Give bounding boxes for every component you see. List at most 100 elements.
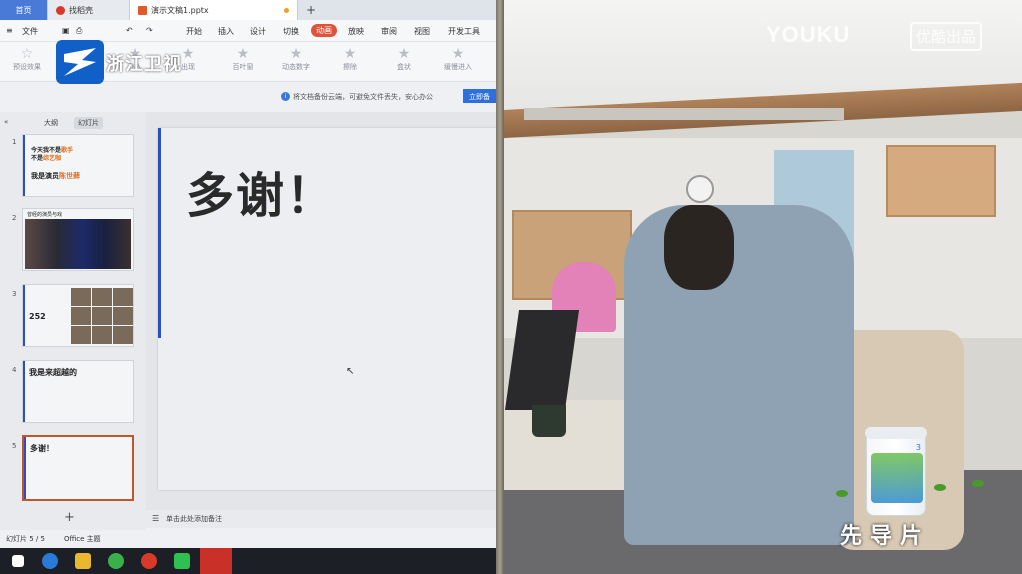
menu-slideshow[interactable]: 放映: [348, 26, 364, 37]
menu-developer[interactable]: 开发工具: [448, 26, 480, 37]
slide-number: 1: [12, 138, 17, 146]
star-icon: ★: [343, 46, 357, 62]
anim-label: 动态数字: [282, 63, 310, 71]
print-icon[interactable]: ⎙: [76, 26, 82, 36]
thumb-text: 多谢！: [30, 444, 54, 453]
can-label: [871, 453, 923, 503]
anim-dynamic-number[interactable]: ★ 动态数字: [271, 46, 321, 72]
tab-outline[interactable]: 大纲: [44, 118, 58, 128]
slide-accent-bar: [158, 128, 161, 338]
slide-number: 4: [12, 366, 17, 374]
menu-view[interactable]: 视图: [414, 26, 430, 37]
tab-presentation[interactable]: 演示文稿1.pptx: [130, 0, 298, 20]
notice-text: 将文档备份云端，可避免文件丢失，安心办公: [293, 93, 433, 101]
tab-docer[interactable]: 找稻壳: [48, 0, 130, 20]
menu-file[interactable]: 文件: [22, 26, 38, 37]
redo-icon[interactable]: ↷: [146, 26, 153, 35]
light-strip: [524, 108, 844, 120]
notes-placeholder: 单击此处添加备注: [166, 515, 222, 523]
leaf-icon: [972, 480, 984, 487]
preset-effects-button[interactable]: ☆ 预设效果: [2, 46, 52, 72]
leaf-icon: [934, 484, 946, 491]
windows-start-icon[interactable]: [12, 555, 24, 567]
add-slide-button[interactable]: +: [64, 510, 75, 525]
zhejiang-tv-logo: [56, 40, 104, 84]
undo-icon[interactable]: ↶: [126, 26, 133, 35]
coffee-cup: [532, 405, 566, 437]
laptop: [504, 310, 580, 410]
slide-thumb-4[interactable]: 我是来超越的: [22, 360, 134, 423]
star-icon: ★: [397, 46, 411, 62]
info-icon: i: [281, 92, 290, 101]
notes-icon: ☰: [152, 514, 160, 523]
anim-label: 缓慢进入: [444, 63, 472, 71]
slide-thumbnail-panel: « 大纲 幻灯片 1 今天我不是歌手 不是综艺咖 我是演员陈世藓 2 曾经的演员…: [0, 112, 146, 532]
menu-review[interactable]: 审阅: [381, 26, 397, 37]
menu-design[interactable]: 设计: [250, 26, 266, 37]
slide-accent-bar: [23, 135, 25, 196]
tab-docer-label: 找稻壳: [69, 5, 93, 15]
windows-taskbar: [0, 548, 496, 574]
split-divider: [496, 0, 504, 574]
docer-icon: [56, 5, 65, 15]
thumb-text: 不是综艺咖: [31, 155, 62, 162]
trailer-caption: 先导片: [840, 524, 931, 549]
wps-presentation-window: 首页 找稻壳 演示文稿1.pptx + ≡ 文件 ▣ ⎙ ↶ ↷ 开始 插入 设…: [0, 0, 496, 574]
slide-thumb-2[interactable]: 曾经的演员与戏: [22, 208, 134, 271]
slide-title[interactable]: 多谢！: [186, 156, 336, 226]
slide-accent-bar: [23, 285, 25, 346]
man-at-laptop: [624, 205, 854, 545]
pptx-file-icon: [138, 5, 147, 15]
video-scene: YOUKU 优酷出品 3 先导片: [504, 0, 1022, 574]
status-bar: 幻灯片 5 / 5 Office 主题: [0, 530, 496, 546]
notes-area[interactable]: ☰ 单击此处添加备注: [146, 510, 496, 528]
tab-home[interactable]: 首页: [0, 0, 48, 20]
wps-office-icon[interactable]: [200, 548, 232, 574]
menu-insert[interactable]: 插入: [218, 26, 234, 37]
star-icon: ★: [289, 46, 303, 62]
tab-presentation-label: 演示文稿1.pptx: [151, 5, 209, 15]
wechat-icon[interactable]: [174, 553, 190, 569]
star-icon: ☆: [20, 46, 34, 62]
anim-ease-in[interactable]: ★ 缓慢进入: [433, 46, 483, 72]
cloud-backup-notice: i 将文档备份云端，可避免文件丢失，安心办公 立即备: [0, 88, 496, 106]
ie-browser-icon[interactable]: [42, 553, 58, 569]
slide-thumb-5[interactable]: 多谢！: [22, 435, 134, 501]
slide-editor: 多谢！: [146, 112, 496, 512]
current-slide[interactable]: 多谢！: [158, 128, 496, 490]
slide-thumb-3[interactable]: 252: [22, 284, 134, 347]
collapse-panel-icon[interactable]: «: [4, 118, 8, 126]
star-icon: ★: [236, 46, 250, 62]
thumb-text: 我是来超越的: [29, 368, 77, 377]
slide-accent-bar: [24, 437, 26, 499]
anim-blinds[interactable]: ★ 百叶窗: [218, 46, 268, 72]
star-icon: ★: [451, 46, 465, 62]
thumb-text: 曾经的演员与戏: [27, 212, 63, 218]
wall-shelf: [886, 145, 996, 217]
photo-grid: [71, 288, 133, 344]
menu-icon[interactable]: ≡: [6, 26, 13, 35]
save-icon[interactable]: ▣: [62, 26, 70, 35]
menu-start[interactable]: 开始: [186, 26, 202, 37]
menu-animation[interactable]: 动画: [311, 24, 337, 37]
can-stage-number: 3: [915, 443, 921, 452]
preset-effects-label: 预设效果: [13, 63, 41, 71]
slide-number: 5: [12, 442, 17, 450]
zhejiang-tv-logo-text: 浙江卫视: [106, 54, 182, 75]
youku-watermark: YOUKU: [766, 22, 851, 47]
tab-slides[interactable]: 幻灯片: [74, 117, 103, 129]
file-explorer-icon[interactable]: [75, 553, 91, 569]
man-head: [664, 205, 734, 290]
slide-thumb-1[interactable]: 今天我不是歌手 不是综艺咖 我是演员陈世藓: [22, 134, 134, 197]
menu-transition[interactable]: 切换: [283, 26, 299, 37]
anim-wipe[interactable]: ★ 擦除: [325, 46, 375, 72]
milk-powder-can: 3: [865, 427, 927, 516]
browser-icon[interactable]: [108, 553, 124, 569]
thumb-text: 我是演员陈世藓: [31, 172, 80, 180]
record-icon[interactable]: [141, 553, 157, 569]
new-tab-button[interactable]: +: [306, 3, 316, 17]
anim-box[interactable]: ★ 盒状: [379, 46, 429, 72]
panel-tabs: « 大纲 幻灯片: [0, 112, 146, 132]
backup-now-button[interactable]: 立即备: [463, 89, 496, 103]
menu-bar: ≡ 文件 ▣ ⎙ ↶ ↷ 开始 插入 设计 切换 动画 放映 审阅 视图 开发工…: [0, 20, 496, 42]
